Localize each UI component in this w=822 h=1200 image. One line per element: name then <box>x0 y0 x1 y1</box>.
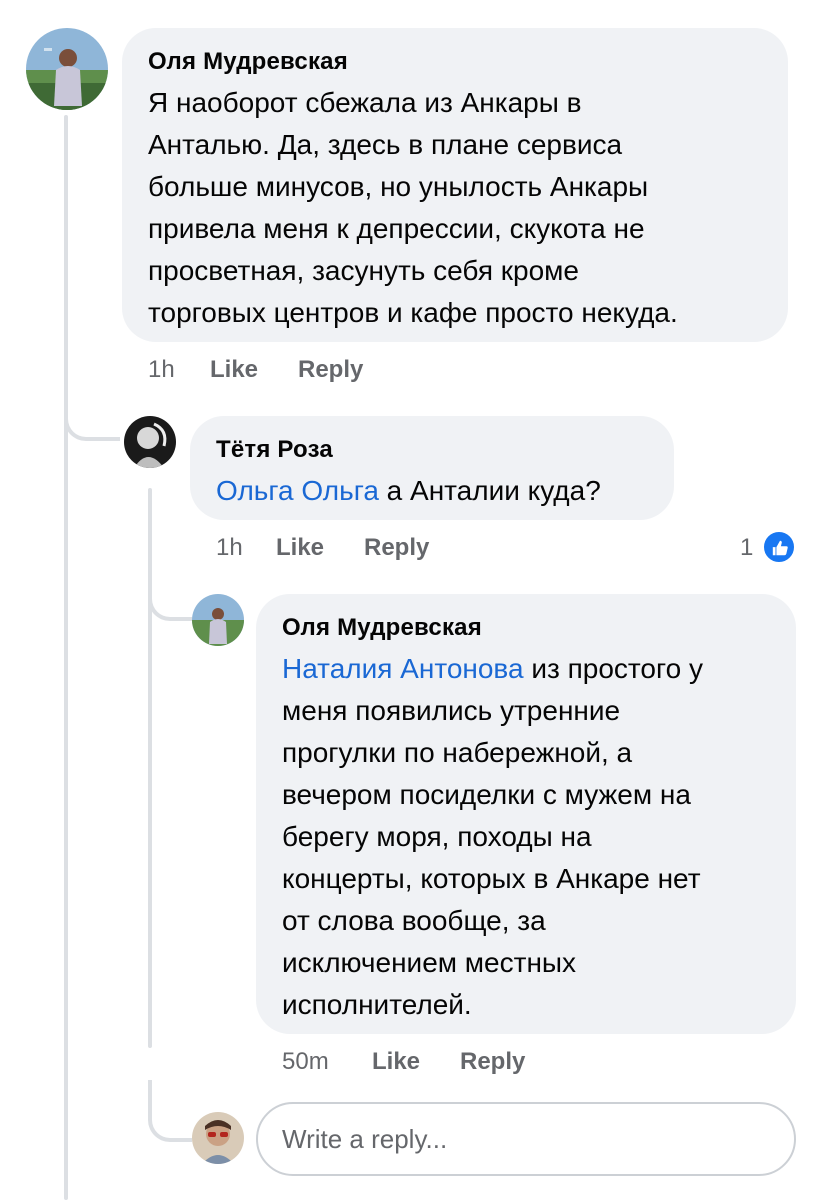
avatar[interactable] <box>26 28 108 110</box>
comment-timestamp[interactable]: 50m <box>282 1048 329 1076</box>
reply-button[interactable]: Reply <box>364 534 429 562</box>
reply-button[interactable]: Reply <box>460 1048 525 1076</box>
comment-text: Наталия Антонова из простого у меня появ… <box>282 648 703 1026</box>
comment-line: исключением местных <box>282 947 577 978</box>
comment-line: исполнителей. <box>282 989 472 1020</box>
comment-timestamp[interactable]: 1h <box>216 534 243 562</box>
comment-line: из простого у <box>523 653 703 684</box>
comment-actions: 50m Like Reply <box>282 1048 582 1078</box>
comment-text: Ольга Ольга а Анталии куда? <box>216 470 601 512</box>
comment-line: Анталью. Да, здесь в плане сервиса <box>148 129 623 160</box>
comment-line: больше минусов, но унылость Анкары <box>148 171 649 202</box>
thread-elbow-3 <box>148 1080 192 1142</box>
mention-link[interactable]: Ольга Ольга <box>216 475 379 506</box>
comment-text: Я наоборот сбежала из Анкары в Анталью. … <box>148 82 678 334</box>
mention-link[interactable]: Наталия Антонова <box>282 653 524 684</box>
comment-actions: 1h Like Reply <box>216 534 516 564</box>
comment-author[interactable]: Тётя Роза <box>216 436 333 464</box>
reply-button[interactable]: Reply <box>298 356 363 384</box>
comment-author[interactable]: Оля Мудревская <box>282 614 482 642</box>
user-photo-icon <box>192 1112 244 1164</box>
comment-line: вечером посиделки с мужем на <box>282 779 691 810</box>
like-button[interactable]: Like <box>276 534 324 562</box>
comment-timestamp[interactable]: 1h <box>148 356 175 384</box>
thread-elbow-2 <box>148 565 192 621</box>
comment-actions: 1h Like Reply <box>148 356 448 386</box>
comment-author[interactable]: Оля Мудревская <box>148 48 348 76</box>
avatar[interactable] <box>124 416 176 468</box>
like-button[interactable]: Like <box>372 1048 420 1076</box>
comment-line: берегу моря, походы на <box>282 821 592 852</box>
thumbs-up-icon[interactable] <box>762 530 796 564</box>
user-photo-icon <box>26 28 108 110</box>
comment-line: от слова вообще, за <box>282 905 546 936</box>
comment-line: меня появились утренние <box>282 695 621 726</box>
comment-line: концерты, которых в Анкаре нет <box>282 863 701 894</box>
comment-line: Я наоборот сбежала из Анкары в <box>148 87 582 118</box>
user-photo-icon <box>124 416 176 468</box>
user-photo-icon <box>192 594 244 646</box>
comment-line: просветная, засунуть себя кроме <box>148 255 579 286</box>
comment-line: торговых центров и кафе просто некуда. <box>148 297 678 328</box>
comment-body: а Анталии куда? <box>378 475 601 506</box>
comment-line: прогулки по набережной, а <box>282 737 633 768</box>
avatar[interactable] <box>192 594 244 646</box>
comment-line: привела меня к депрессии, скукота не <box>148 213 645 244</box>
comment-line: Наталия Антонова из простого у <box>282 648 703 690</box>
thread-line-main <box>64 115 68 1200</box>
reply-input[interactable] <box>256 1102 796 1176</box>
reaction-count[interactable]: 1 <box>740 534 753 562</box>
current-user-avatar[interactable] <box>192 1112 244 1164</box>
like-button[interactable]: Like <box>210 356 258 384</box>
thread-elbow-1 <box>64 385 120 441</box>
